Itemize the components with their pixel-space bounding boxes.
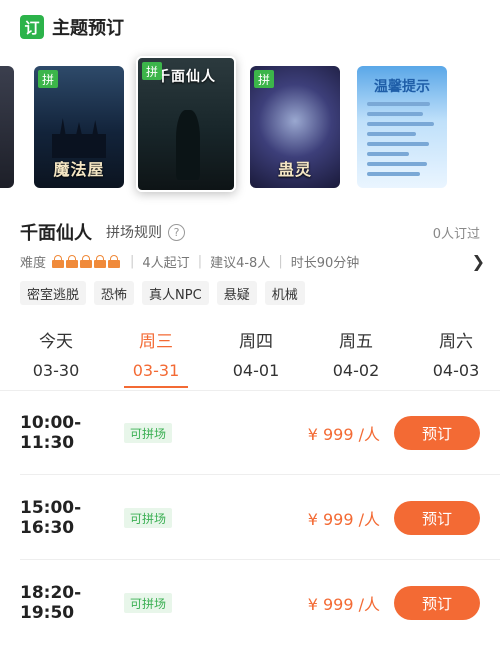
help-icon[interactable]: ? bbox=[168, 223, 185, 241]
poster-carousel[interactable]: 拼 魔法屋 拼 千面仙人 拼 蛊灵 温馨提示 bbox=[0, 56, 500, 196]
group-available-badge: 可拼场 bbox=[124, 423, 173, 443]
book-button[interactable]: 预订 bbox=[394, 416, 480, 450]
date-tab[interactable]: 周五 04-02 bbox=[316, 330, 396, 384]
chevron-right-icon[interactable]: ❯ bbox=[472, 252, 485, 271]
notice-text-lines bbox=[367, 102, 437, 182]
divider bbox=[0, 390, 500, 391]
tag: 悬疑 bbox=[216, 281, 257, 305]
date-tab-date: 04-01 bbox=[232, 361, 280, 380]
divider bbox=[20, 559, 500, 560]
date-tab-date: 03-30 bbox=[32, 361, 80, 380]
book-button[interactable]: 预订 bbox=[394, 586, 480, 620]
divider: | bbox=[197, 253, 203, 269]
group-available-badge: 可拼场 bbox=[124, 508, 173, 528]
date-tab-day: 周三 bbox=[139, 332, 173, 352]
poster-title: 蛊灵 bbox=[277, 160, 312, 179]
slot-price: ¥ 999 /人 bbox=[307, 510, 380, 529]
tag-list: 密室逃脱 恐怖 真人NPC 悬疑 机械 bbox=[20, 281, 313, 305]
divider: | bbox=[130, 253, 135, 269]
slot-time: 15:00-16:30 bbox=[20, 498, 82, 538]
poster-title: 魔法屋 bbox=[53, 160, 105, 179]
date-tab-day: 周五 bbox=[339, 332, 373, 352]
date-tab-date: 04-02 bbox=[332, 361, 380, 380]
game-title-row: 千面仙人 拼场规则 ? 0人订过 bbox=[20, 220, 480, 244]
suggested-players: 建议4-8人 bbox=[210, 255, 271, 271]
date-tab-active[interactable]: 周三 03-31 bbox=[116, 330, 196, 388]
time-slot-row: 18:20-19:50 可拼场 ¥ 999 /人 预订 bbox=[20, 583, 480, 623]
lock-icon bbox=[66, 254, 79, 268]
figure-illustration bbox=[176, 110, 200, 180]
time-slot-row: 10:00-11:30 可拼场 ¥ 999 /人 预订 bbox=[20, 413, 480, 453]
duration: 时长90分钟 bbox=[290, 255, 360, 271]
group-badge: 拼 bbox=[38, 70, 58, 88]
poster-card[interactable] bbox=[0, 66, 14, 188]
slot-price: ¥ 999 /人 bbox=[307, 425, 380, 444]
castle-illustration bbox=[52, 118, 106, 158]
group-badge: 拼 bbox=[142, 62, 162, 80]
slot-time: 18:20-19:50 bbox=[20, 583, 82, 623]
date-tab-date: 04-03 bbox=[432, 361, 480, 380]
book-button[interactable]: 预订 bbox=[394, 501, 480, 535]
booked-count: 0人订过 bbox=[432, 226, 480, 242]
poster-card[interactable]: 温馨提示 bbox=[357, 66, 447, 188]
date-tab-day: 周四 bbox=[239, 332, 273, 352]
game-title: 千面仙人 bbox=[20, 223, 92, 244]
tag: 恐怖 bbox=[94, 281, 135, 305]
divider bbox=[20, 474, 500, 475]
date-tab-date: 03-31 bbox=[132, 361, 180, 380]
booking-icon: 订 bbox=[20, 15, 44, 39]
poster-card[interactable]: 拼 魔法屋 bbox=[34, 66, 124, 188]
section-header: 订 主题预订 bbox=[20, 14, 124, 40]
date-tab-day: 今天 bbox=[39, 332, 73, 352]
section-title: 主题预订 bbox=[52, 18, 124, 39]
min-players: 4人起订 bbox=[142, 255, 190, 271]
date-tab[interactable]: 今天 03-30 bbox=[16, 330, 96, 384]
date-tabs: 今天 03-30 周三 03-31 周四 04-01 周五 04-02 周六 0… bbox=[0, 330, 500, 390]
lock-icon bbox=[80, 254, 93, 268]
difficulty-rating bbox=[52, 254, 122, 268]
game-meta[interactable]: 难度 | 4人起订 | 建议4-8人 | 时长90分钟 ❯ bbox=[20, 251, 485, 271]
date-tab-day: 周六 bbox=[439, 332, 473, 352]
lock-icon bbox=[108, 254, 121, 268]
rules-link[interactable]: 拼场规则 bbox=[106, 222, 162, 242]
poster-card[interactable]: 拼 蛊灵 bbox=[250, 66, 340, 188]
group-available-badge: 可拼场 bbox=[124, 593, 173, 613]
divider: | bbox=[278, 253, 283, 269]
poster-title: 温馨提示 bbox=[374, 79, 430, 95]
tag: 密室逃脱 bbox=[20, 281, 87, 305]
lock-icon bbox=[52, 254, 65, 268]
date-tab[interactable]: 周六 04-03 bbox=[416, 330, 496, 384]
tag: 机械 bbox=[264, 281, 305, 305]
tag: 真人NPC bbox=[142, 281, 209, 305]
slot-time: 10:00-11:30 bbox=[20, 413, 82, 453]
date-tab[interactable]: 周四 04-01 bbox=[216, 330, 296, 384]
lock-icon bbox=[94, 254, 107, 268]
poster-card-selected[interactable]: 拼 千面仙人 bbox=[136, 56, 236, 192]
group-badge: 拼 bbox=[254, 70, 274, 88]
time-slot-row: 15:00-16:30 可拼场 ¥ 999 /人 预订 bbox=[20, 498, 480, 538]
slot-price: ¥ 999 /人 bbox=[307, 595, 380, 614]
difficulty-label: 难度 bbox=[20, 255, 47, 271]
active-underline bbox=[124, 386, 188, 388]
